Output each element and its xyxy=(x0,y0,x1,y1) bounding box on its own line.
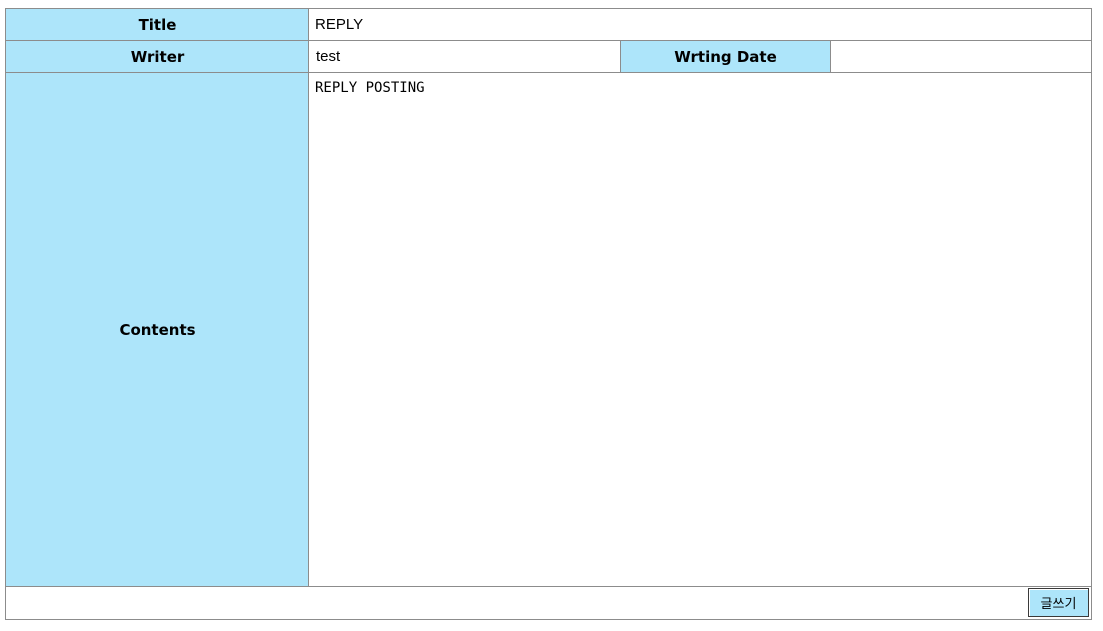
contents-label-text: Contents xyxy=(119,320,196,339)
contents-label: Contents xyxy=(6,73,309,586)
date-cell xyxy=(831,41,1091,72)
reply-write-form: Title Writer Wrting Date Contents REPLY … xyxy=(5,8,1092,620)
date-label-text: Wrting Date xyxy=(674,47,777,66)
writer-label: Writer xyxy=(6,41,309,72)
date-input[interactable] xyxy=(831,41,1091,72)
date-label: Wrting Date xyxy=(620,41,831,72)
action-row: 글쓰기 xyxy=(6,587,1091,619)
writer-label-text: Writer xyxy=(130,47,185,66)
writer-input[interactable] xyxy=(309,41,620,72)
write-submit-button[interactable]: 글쓰기 xyxy=(1028,588,1089,617)
title-label-text: Title xyxy=(138,15,177,34)
contents-cell: REPLY POSTING xyxy=(309,73,1091,586)
title-cell xyxy=(309,9,1091,40)
contents-textarea[interactable]: REPLY POSTING xyxy=(309,73,1091,586)
column-divider xyxy=(308,9,309,586)
title-label: Title xyxy=(6,9,309,40)
title-input[interactable] xyxy=(309,9,1091,40)
writer-cell xyxy=(309,41,620,72)
